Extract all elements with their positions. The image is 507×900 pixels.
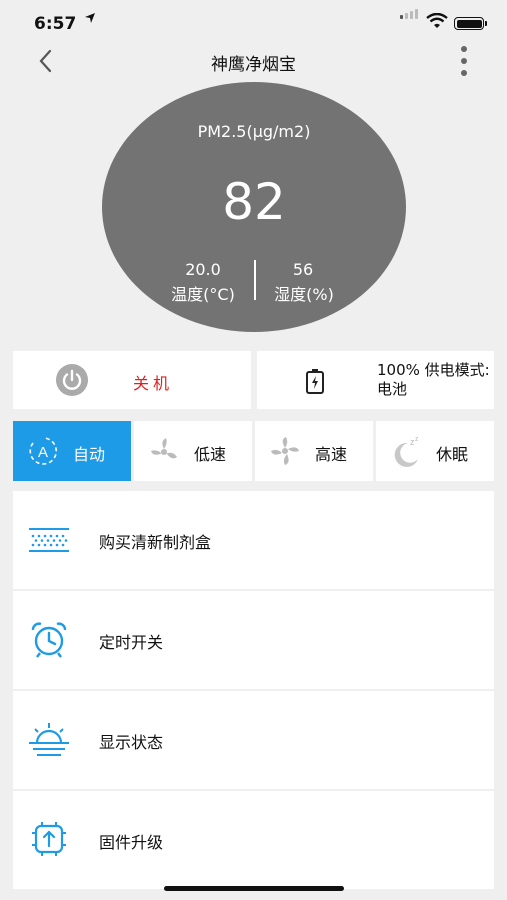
wifi-icon — [426, 12, 448, 33]
pm25-gauge: PM2.5(μg/m2) 82 20.0 温度(°C) 56 湿度(%) — [102, 82, 406, 332]
menu-label-firmware-upgrade: 固件升级 — [99, 833, 164, 852]
fan-low-icon — [146, 433, 182, 469]
svg-text:z: z — [415, 436, 419, 443]
temperature-value: 20.0 — [185, 260, 221, 279]
more-menu-button[interactable] — [452, 44, 476, 78]
mode-low-button[interactable]: 低速 — [134, 421, 252, 481]
auto-mode-icon: A — [25, 433, 61, 469]
menu-label-timer: 定时开关 — [99, 633, 164, 652]
temperature-label: 温度(°C) — [171, 285, 235, 304]
mode-sleep-label: 休眠 — [436, 445, 469, 464]
power-icon — [56, 364, 88, 396]
menu-item-buy-refill[interactable]: 购买清新制剂盒 — [13, 491, 494, 589]
menu-label-buy-refill: 购买清新制剂盒 — [99, 533, 212, 552]
battery-status-icon — [454, 17, 487, 30]
nav-bar: 神鹰净烟宝 — [0, 44, 507, 80]
mode-auto-label: 自动 — [73, 445, 106, 464]
sleep-moon-icon: z z — [388, 433, 424, 469]
power-toggle-button[interactable]: 关机 — [13, 351, 251, 409]
fan-high-icon — [267, 433, 303, 469]
location-arrow-icon — [84, 12, 96, 27]
mode-sleep-button[interactable]: z z 休眠 — [376, 421, 494, 481]
page-title: 神鹰净烟宝 — [211, 55, 296, 75]
mode-auto-button[interactable]: A 自动 — [13, 421, 131, 481]
firmware-chip-icon — [27, 821, 71, 859]
menu-item-display-status[interactable]: 显示状态 — [13, 691, 494, 789]
power-label: 关机 — [133, 374, 174, 393]
menu-item-timer[interactable]: 定时开关 — [13, 591, 494, 689]
power-supply-label: 100% 供电模式:电池 — [377, 361, 490, 398]
alarm-clock-icon — [27, 621, 71, 659]
humidity-value: 56 — [292, 260, 314, 279]
menu-item-firmware-upgrade[interactable]: 固件升级 — [13, 791, 494, 889]
status-time: 6:57 — [34, 14, 77, 34]
pm25-label: PM2.5(μg/m2) — [197, 122, 311, 141]
humidity-label: 湿度(%) — [274, 285, 334, 304]
pm25-value: 82 — [222, 173, 286, 231]
filter-box-icon — [27, 521, 71, 559]
mode-high-button[interactable]: 高速 — [255, 421, 373, 481]
home-indicator[interactable] — [164, 886, 344, 891]
sunrise-icon — [27, 721, 71, 759]
mode-high-label: 高速 — [315, 445, 348, 464]
power-supply-card: 100% 供电模式:电池 — [257, 351, 494, 409]
menu-label-display-status: 显示状态 — [99, 733, 164, 752]
gauge-divider — [254, 260, 256, 300]
battery-charging-icon — [305, 368, 325, 398]
mode-low-label: 低速 — [194, 445, 227, 464]
svg-text:A: A — [38, 444, 48, 461]
status-bar: 6:57 — [0, 0, 507, 44]
